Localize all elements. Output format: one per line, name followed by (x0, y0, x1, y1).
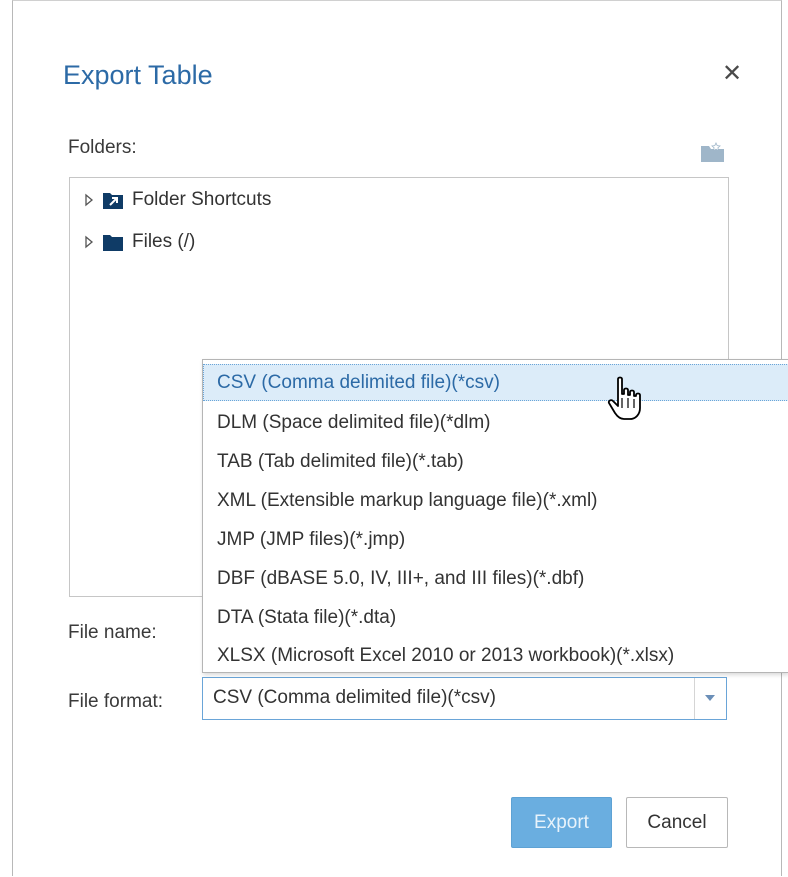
file-name-label: File name: (68, 622, 157, 643)
cancel-button[interactable]: Cancel (626, 797, 728, 848)
format-option-xlsx[interactable]: XLSX (Microsoft Excel 2010 or 2013 workb… (203, 637, 788, 674)
file-format-value: CSV (Comma delimited file)(*csv) (213, 687, 496, 708)
format-option-csv[interactable]: CSV (Comma delimited file)(*csv) (203, 364, 788, 401)
expand-arrow-icon[interactable] (84, 235, 94, 249)
export-button[interactable]: Export (511, 797, 612, 848)
dialog-title: Export Table (63, 60, 213, 90)
tree-item-label: Folder Shortcuts (132, 189, 272, 210)
folder-icon (103, 235, 123, 251)
page: Export Table ✕ Folders: Folder Shortcuts… (0, 0, 788, 877)
tree-item-files[interactable]: Files (/) (84, 228, 195, 256)
new-folder-icon[interactable] (699, 141, 727, 165)
chevron-down-icon (705, 695, 715, 701)
dropdown-toggle[interactable] (694, 678, 726, 719)
format-option-xml[interactable]: XML (Extensible markup language file)(*.… (203, 482, 788, 519)
format-option-dbf[interactable]: DBF (dBASE 5.0, IV, III+, and III files)… (203, 560, 788, 597)
folders-label: Folders: (68, 137, 137, 158)
expand-arrow-icon[interactable] (84, 193, 94, 207)
folder-shortcut-icon (103, 193, 123, 209)
format-option-dlm[interactable]: DLM (Space delimited file)(*dlm) (203, 404, 788, 441)
format-option-jmp[interactable]: JMP (JMP files)(*.jmp) (203, 521, 788, 558)
hand-cursor-icon (607, 376, 641, 420)
format-option-tab[interactable]: TAB (Tab delimited file)(*.tab) (203, 443, 788, 480)
close-icon[interactable]: ✕ (718, 60, 746, 88)
tree-item-folder-shortcuts[interactable]: Folder Shortcuts (84, 186, 271, 214)
format-option-dta[interactable]: DTA (Stata file)(*.dta) (203, 599, 788, 636)
file-format-label: File format: (68, 691, 164, 712)
file-format-select[interactable]: CSV (Comma delimited file)(*csv) (202, 677, 727, 720)
file-format-dropdown: CSV (Comma delimited file)(*csv) DLM (Sp… (202, 359, 788, 673)
tree-item-label: Files (/) (132, 231, 196, 252)
